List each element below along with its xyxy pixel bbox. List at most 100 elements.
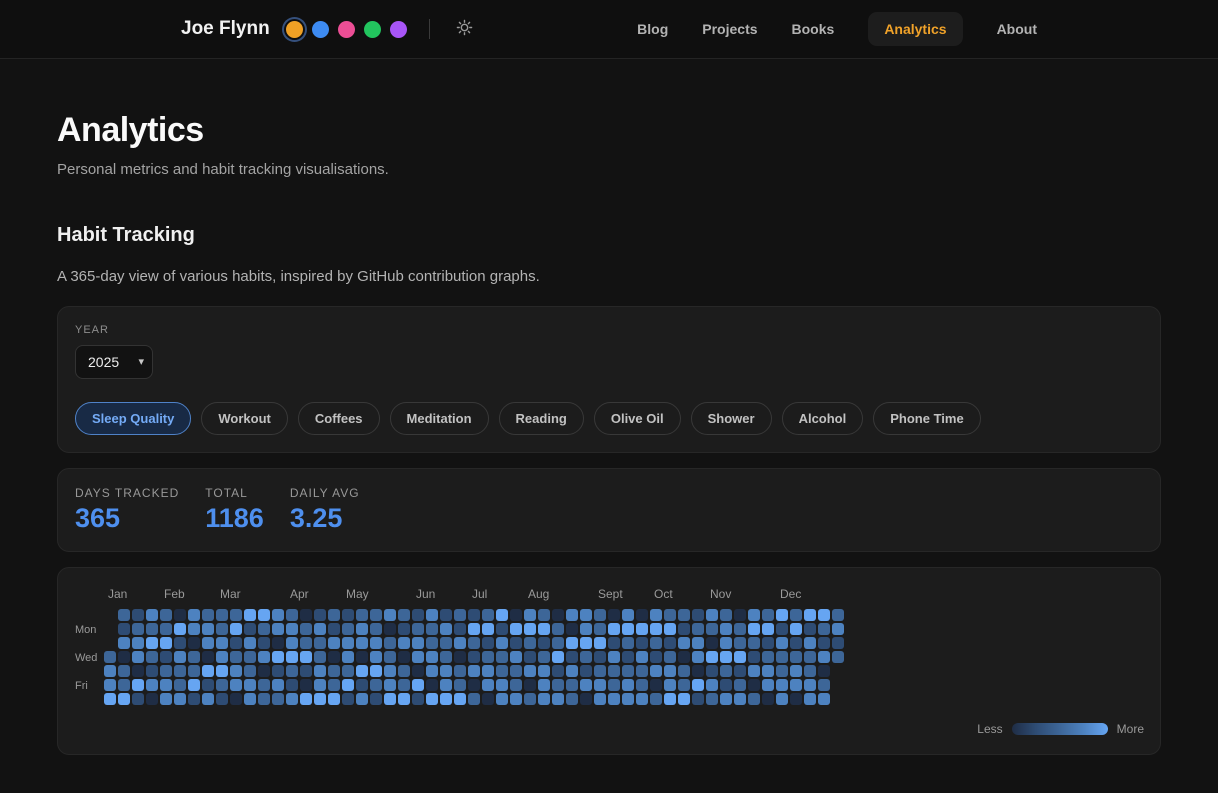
heatmap-cell[interactable]	[818, 651, 830, 663]
heatmap-cell[interactable]	[454, 651, 466, 663]
heatmap-cell[interactable]	[566, 665, 578, 677]
heatmap-cell[interactable]	[636, 679, 648, 691]
heatmap-cell[interactable]	[748, 679, 760, 691]
heatmap-cell[interactable]	[622, 609, 634, 621]
heatmap-cell[interactable]	[524, 637, 536, 649]
heatmap-cell[interactable]	[692, 609, 704, 621]
heatmap-cell[interactable]	[748, 623, 760, 635]
heatmap-cell[interactable]	[734, 651, 746, 663]
heatmap-cell[interactable]	[230, 637, 242, 649]
accent-dot-pink[interactable]	[338, 21, 355, 38]
heatmap-cell[interactable]	[412, 651, 424, 663]
heatmap-cell[interactable]	[706, 609, 718, 621]
heatmap-cell[interactable]	[496, 679, 508, 691]
heatmap-cell[interactable]	[412, 609, 424, 621]
heatmap-cell[interactable]	[832, 609, 844, 621]
habit-pill-sleep-quality[interactable]: Sleep Quality	[75, 402, 191, 435]
heatmap-cell[interactable]	[566, 623, 578, 635]
heatmap-cell[interactable]	[426, 693, 438, 705]
heatmap-cell[interactable]	[692, 679, 704, 691]
heatmap-cell[interactable]	[272, 637, 284, 649]
heatmap-cell[interactable]	[384, 679, 396, 691]
heatmap-cell[interactable]	[734, 609, 746, 621]
heatmap-cell[interactable]	[398, 693, 410, 705]
heatmap-cell[interactable]	[426, 679, 438, 691]
heatmap-cell[interactable]	[692, 637, 704, 649]
heatmap-cell[interactable]	[146, 665, 158, 677]
heatmap-cell[interactable]	[258, 609, 270, 621]
heatmap-cell[interactable]	[426, 609, 438, 621]
heatmap-cell[interactable]	[188, 623, 200, 635]
heatmap-cell[interactable]	[664, 623, 676, 635]
heatmap-cell[interactable]	[706, 651, 718, 663]
heatmap-cell[interactable]	[748, 693, 760, 705]
heatmap-cell[interactable]	[132, 609, 144, 621]
heatmap-cell[interactable]	[342, 693, 354, 705]
heatmap-cell[interactable]	[342, 679, 354, 691]
heatmap-cell[interactable]	[524, 651, 536, 663]
heatmap-cell[interactable]	[776, 637, 788, 649]
heatmap-cell[interactable]	[230, 679, 242, 691]
heatmap-cell[interactable]	[818, 693, 830, 705]
heatmap-cell[interactable]	[328, 637, 340, 649]
heatmap-cell[interactable]	[496, 609, 508, 621]
heatmap-cell[interactable]	[692, 623, 704, 635]
heatmap-cell[interactable]	[496, 665, 508, 677]
year-select[interactable]: 2025	[75, 345, 153, 379]
heatmap-cell[interactable]	[622, 637, 634, 649]
heatmap-cell[interactable]	[510, 623, 522, 635]
heatmap-cell[interactable]	[258, 679, 270, 691]
heatmap-cell[interactable]	[678, 623, 690, 635]
heatmap-cell[interactable]	[426, 623, 438, 635]
nav-analytics[interactable]: Analytics	[868, 12, 962, 46]
heatmap-cell[interactable]	[216, 665, 228, 677]
heatmap-cell[interactable]	[356, 623, 368, 635]
heatmap-cell[interactable]	[832, 623, 844, 635]
heatmap-cell[interactable]	[650, 693, 662, 705]
heatmap-cell[interactable]	[524, 665, 536, 677]
heatmap-cell[interactable]	[580, 679, 592, 691]
heatmap-cell[interactable]	[202, 623, 214, 635]
heatmap-cell[interactable]	[636, 623, 648, 635]
heatmap-cell[interactable]	[258, 693, 270, 705]
heatmap-cell[interactable]	[580, 651, 592, 663]
heatmap-cell[interactable]	[622, 623, 634, 635]
heatmap-cell[interactable]	[692, 665, 704, 677]
heatmap-cell[interactable]	[734, 679, 746, 691]
heatmap-cell[interactable]	[650, 651, 662, 663]
heatmap-cell[interactable]	[160, 665, 172, 677]
heatmap-cell[interactable]	[244, 623, 256, 635]
heatmap-cell[interactable]	[790, 637, 802, 649]
heatmap-cell[interactable]	[328, 679, 340, 691]
heatmap-cell[interactable]	[566, 609, 578, 621]
heatmap-cell[interactable]	[398, 609, 410, 621]
heatmap-cell[interactable]	[426, 651, 438, 663]
heatmap-cell[interactable]	[300, 679, 312, 691]
heatmap-cell[interactable]	[202, 665, 214, 677]
heatmap-cell[interactable]	[762, 651, 774, 663]
heatmap-cell[interactable]	[202, 609, 214, 621]
heatmap-cell[interactable]	[468, 623, 480, 635]
heatmap-cell[interactable]	[440, 651, 452, 663]
heatmap-cell[interactable]	[594, 623, 606, 635]
heatmap-cell[interactable]	[216, 679, 228, 691]
heatmap-cell[interactable]	[636, 693, 648, 705]
heatmap-cell[interactable]	[104, 651, 116, 663]
heatmap-cell[interactable]	[160, 609, 172, 621]
heatmap-cell[interactable]	[804, 609, 816, 621]
heatmap-cell[interactable]	[440, 665, 452, 677]
heatmap-cell[interactable]	[552, 637, 564, 649]
heatmap-cell[interactable]	[258, 623, 270, 635]
habit-pill-alcohol[interactable]: Alcohol	[782, 402, 864, 435]
heatmap-cell[interactable]	[594, 693, 606, 705]
habit-pill-workout[interactable]: Workout	[201, 402, 287, 435]
heatmap-cell[interactable]	[244, 665, 256, 677]
heatmap-cell[interactable]	[300, 651, 312, 663]
heatmap-cell[interactable]	[636, 665, 648, 677]
heatmap-cell[interactable]	[146, 651, 158, 663]
heatmap-cell[interactable]	[524, 679, 536, 691]
heatmap-cell[interactable]	[146, 693, 158, 705]
heatmap-cell[interactable]	[188, 665, 200, 677]
heatmap-cell[interactable]	[412, 665, 424, 677]
heatmap-cell[interactable]	[678, 651, 690, 663]
